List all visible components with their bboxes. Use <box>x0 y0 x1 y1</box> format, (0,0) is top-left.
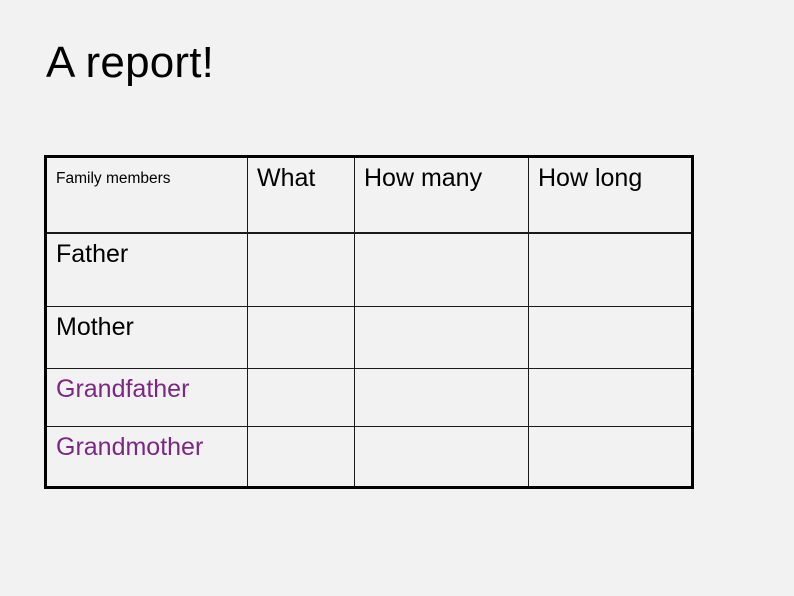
cell-value-how-long-grandmother <box>529 427 691 492</box>
cell-value-what-father <box>248 234 354 313</box>
cell-member-mother: Mother <box>45 306 248 369</box>
cell-value-what-grandfather <box>248 369 354 432</box>
table-row: Grandmother <box>45 426 693 488</box>
cell-how-long-father[interactable] <box>528 232 693 307</box>
cell-value-how-long-grandfather <box>529 369 691 432</box>
cell-value-how-many-grandmother <box>355 427 528 492</box>
cell-how-long-grandfather[interactable] <box>528 368 693 427</box>
cell-what-grandfather[interactable] <box>247 368 355 427</box>
cell-member-grandmother: Grandmother <box>45 426 248 488</box>
cell-value-what-mother <box>248 307 354 374</box>
header-cell-what: What <box>247 156 355 234</box>
header-cell-how-long: How long <box>528 156 693 234</box>
table-row: Grandfather <box>45 368 693 427</box>
cell-how-long-mother[interactable] <box>528 306 693 369</box>
table-header-row: Family members What How many How long <box>45 156 693 234</box>
member-label-father: Father <box>56 239 129 268</box>
header-label-family-members: Family members <box>56 170 171 187</box>
cell-value-how-long-mother <box>529 307 691 374</box>
member-label-grandfather: Grandfather <box>56 375 190 403</box>
cell-value-how-many-father <box>355 234 528 313</box>
cell-member-grandfather: Grandfather <box>45 368 248 427</box>
cell-value-how-long-father <box>529 234 691 313</box>
cell-what-grandmother[interactable] <box>247 426 355 488</box>
report-table: Family members What How many How long Fa… <box>44 155 694 489</box>
header-label-how-many: How many <box>364 164 483 192</box>
table-row: Father <box>45 232 693 307</box>
cell-how-long-grandmother[interactable] <box>528 426 693 488</box>
cell-how-many-father[interactable] <box>354 232 529 307</box>
cell-value-how-many-grandfather <box>355 369 528 432</box>
cell-how-many-mother[interactable] <box>354 306 529 369</box>
member-label-grandmother: Grandmother <box>56 433 204 461</box>
cell-member-father: Father <box>45 232 248 307</box>
cell-value-what-grandmother <box>248 427 354 492</box>
header-cell-how-many: How many <box>354 156 529 234</box>
cell-what-mother[interactable] <box>247 306 355 369</box>
cell-how-many-grandmother[interactable] <box>354 426 529 488</box>
member-label-mother: Mother <box>56 313 134 341</box>
page-title: A report! <box>46 38 215 87</box>
header-label-what: What <box>257 164 316 192</box>
cell-value-how-many-mother <box>355 307 528 374</box>
header-label-how-long: How long <box>538 164 643 192</box>
cell-what-father[interactable] <box>247 232 355 307</box>
table-row: Mother <box>45 306 693 369</box>
header-cell-family-members: Family members <box>45 156 248 234</box>
slide-canvas: A report! Family members What How many H… <box>0 0 794 596</box>
cell-how-many-grandfather[interactable] <box>354 368 529 427</box>
